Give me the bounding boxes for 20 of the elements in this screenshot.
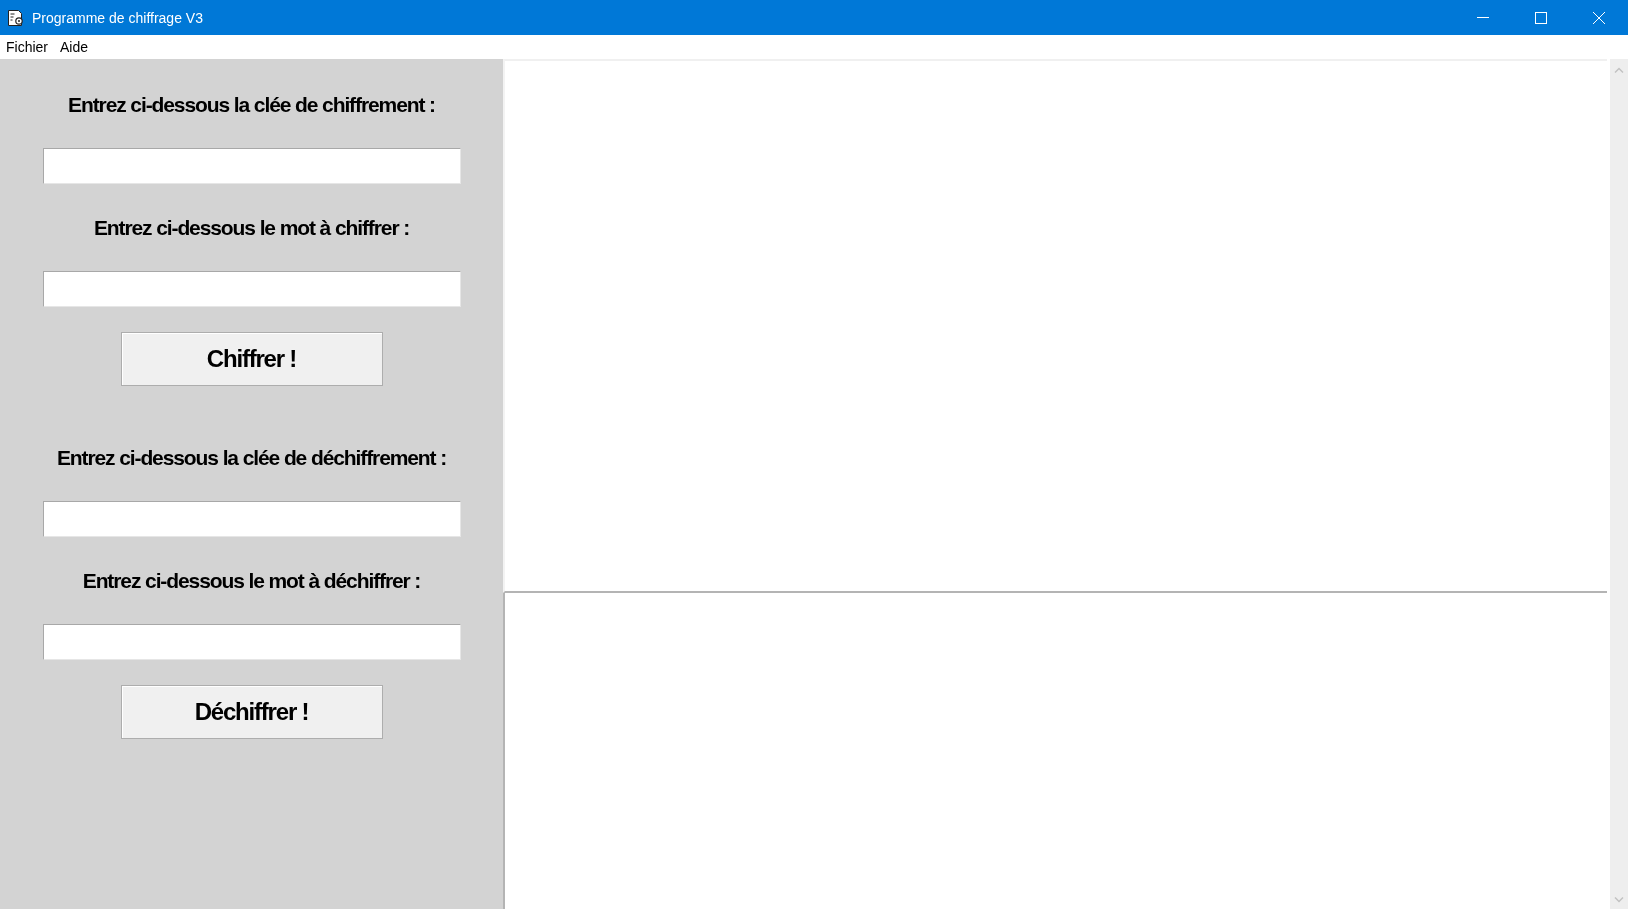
action-button[interactable]: Déchiffrer ! bbox=[120, 685, 383, 739]
maximize-icon bbox=[1535, 11, 1547, 24]
input-field[interactable] bbox=[42, 624, 461, 660]
minimize-icon bbox=[1477, 17, 1489, 18]
close-icon bbox=[1593, 11, 1605, 24]
window-title: Programme de chiffrage V3 bbox=[32, 9, 203, 26]
chevron-down-icon bbox=[1614, 897, 1624, 903]
menu-item[interactable]: Aide bbox=[54, 37, 95, 57]
input-field[interactable] bbox=[42, 271, 461, 307]
input-field[interactable] bbox=[42, 501, 461, 537]
field-label: Entrez ci-dessous le mot à déchiffrer : bbox=[82, 568, 421, 594]
document-gear-icon bbox=[7, 8, 25, 27]
input-field[interactable] bbox=[42, 148, 461, 184]
chevron-up-icon bbox=[1614, 67, 1624, 73]
menu-item[interactable]: Fichier bbox=[0, 37, 54, 57]
field-label: Entrez ci-dessous la clée de déchiffrement : bbox=[56, 445, 447, 471]
field-label: Entrez ci-dessous la clée de chiffrement : bbox=[68, 92, 435, 118]
action-button[interactable]: Chiffrer ! bbox=[120, 332, 383, 386]
field-label: Entrez ci-dessous le mot à chiffrer : bbox=[93, 215, 410, 241]
scrollbar[interactable] bbox=[1610, 59, 1628, 909]
